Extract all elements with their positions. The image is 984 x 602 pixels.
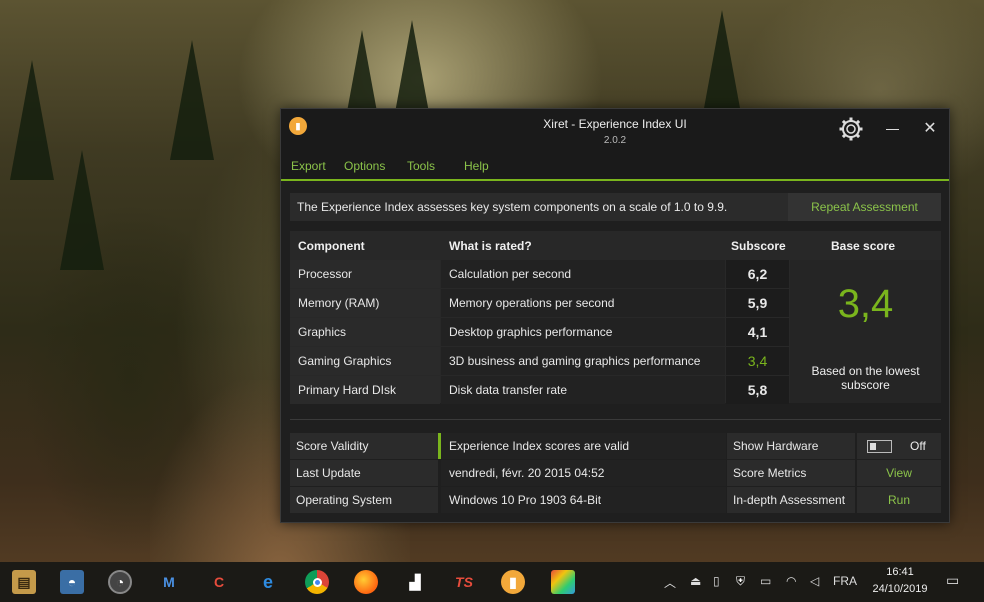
chrome-icon[interactable] <box>305 570 329 594</box>
info-value: Experience Index scores are valid <box>441 433 726 459</box>
subscore-value: 5,9 <box>726 289 789 317</box>
security-shield-icon[interactable]: ⛨ <box>736 574 745 589</box>
ts-app-icon[interactable]: TS <box>452 570 476 594</box>
minimize-button[interactable] <box>881 119 905 139</box>
component-description: Memory operations per second <box>441 289 725 317</box>
subscore-value: 4,1 <box>726 318 789 346</box>
info-text: The Experience Index assesses key system… <box>297 200 728 214</box>
component-description: Desktop graphics performance <box>441 318 725 346</box>
menu-export[interactable]: Export <box>291 159 326 173</box>
chevron-up-icon[interactable]: ︿ <box>664 574 676 591</box>
table-row: Gaming Graphics 3D business and gaming g… <box>290 347 789 376</box>
close-button[interactable]: ✕ <box>919 119 941 139</box>
section-divider <box>290 419 941 420</box>
view-score-metrics-button[interactable]: View <box>857 460 941 486</box>
tree-shape <box>10 60 54 180</box>
safely-remove-icon[interactable]: ⏏ <box>690 574 701 588</box>
title-bar[interactable]: ▮ Xiret - Experience Index UI 2.0.2 ✕ <box>281 109 949 153</box>
menu-bar: Export Options Tools Help <box>281 153 949 181</box>
clock-time[interactable]: 16:41 <box>880 566 920 578</box>
table-row: Processor Calculation per second 6,2 <box>290 260 789 289</box>
usb-icon[interactable]: ▯ <box>713 574 720 588</box>
score-table: Component What is rated? Subscore Base s… <box>290 231 941 405</box>
settings-gear-icon[interactable] <box>838 116 864 142</box>
notifications-icon[interactable]: ▭ <box>946 572 959 589</box>
info-key: Last Update <box>290 460 438 486</box>
menu-options[interactable]: Options <box>344 159 385 173</box>
info-value: Windows 10 Pro 1903 64-Bit <box>441 487 726 513</box>
component-description: Disk data transfer rate <box>441 376 725 404</box>
info-row-last-update: Last Update vendredi, févr. 20 2015 04:5… <box>290 460 941 487</box>
info-row-operating-system: Operating System Windows 10 Pro 1903 64-… <box>290 487 941 514</box>
show-hardware-toggle-cell[interactable]: Off <box>857 433 941 459</box>
component-name: Gaming Graphics <box>290 347 440 375</box>
table-row: Graphics Desktop graphics performance 4,… <box>290 318 789 347</box>
toggle-state-label: Off <box>910 439 926 453</box>
info-key: Show Hardware <box>727 433 855 459</box>
info-key: Score Validity <box>290 433 438 459</box>
header-subscore: Subscore <box>731 239 786 253</box>
info-value: vendredi, févr. 20 2015 04:52 <box>441 460 726 486</box>
component-name: Memory (RAM) <box>290 289 440 317</box>
base-score-note: Based on the lowest subscore <box>811 364 920 392</box>
info-key: Score Metrics <box>727 460 855 486</box>
explorer-icon[interactable]: ▤ <box>12 570 36 594</box>
subscore-value: 5,8 <box>726 376 789 404</box>
ccleaner-icon[interactable]: C <box>207 570 231 594</box>
component-description: Calculation per second <box>441 260 725 288</box>
xiret-icon[interactable]: ▮ <box>501 570 525 594</box>
show-hardware-toggle[interactable] <box>867 440 892 453</box>
battery-icon[interactable]: ▭ <box>760 574 771 588</box>
run-assessment-button[interactable]: Run <box>857 487 941 513</box>
taskbar: ▤ ◓ ◔ M C e ▟ TS ▮ ︿ ⏏ ▯ ⛨ ▭ ◠ ◁ FRA 16:… <box>0 562 984 602</box>
header-component: Component <box>298 239 365 253</box>
repeat-assessment-button[interactable]: Repeat Assessment <box>788 193 941 221</box>
info-key: In-depth Assessment <box>727 487 855 513</box>
subscore-value-lowest: 3,4 <box>726 347 789 375</box>
main-content: The Experience Index assesses key system… <box>290 193 941 513</box>
language-indicator[interactable]: FRA <box>833 574 857 588</box>
base-score-panel: 3,4 Based on the lowest subscore <box>790 260 941 403</box>
header-rated: What is rated? <box>449 239 532 253</box>
table-row: Memory (RAM) Memory operations per secon… <box>290 289 789 318</box>
speedometer-icon[interactable]: ◔ <box>108 570 132 594</box>
app-window: ▮ Xiret - Experience Index UI 2.0.2 ✕ Ex… <box>280 108 950 523</box>
clock-date[interactable]: 24/10/2019 <box>866 583 934 595</box>
table-row: Primary Hard DIsk Disk data transfer rat… <box>290 376 789 405</box>
tree-shape <box>60 150 104 270</box>
tree-shape <box>170 40 214 160</box>
subscore-value: 6,2 <box>726 260 789 288</box>
menu-help[interactable]: Help <box>464 159 489 173</box>
header-base-score: Base score <box>831 239 896 253</box>
firefox-icon[interactable] <box>354 570 378 594</box>
base-score-value: 3,4 <box>837 282 894 326</box>
info-key: Operating System <box>290 487 438 513</box>
network-drive-icon[interactable]: ◓ <box>60 570 84 594</box>
info-table: Score Validity Experience Index scores a… <box>290 433 941 514</box>
stairs-app-icon[interactable]: ▟ <box>403 570 427 594</box>
info-row-score-validity: Score Validity Experience Index scores a… <box>290 433 941 460</box>
component-name: Primary Hard DIsk <box>290 376 440 404</box>
component-name: Graphics <box>290 318 440 346</box>
volume-icon[interactable]: ◁ <box>810 574 819 588</box>
wifi-icon[interactable]: ◠ <box>786 574 796 588</box>
color-app-icon[interactable] <box>551 570 575 594</box>
info-bar: The Experience Index assesses key system… <box>290 193 941 221</box>
component-name: Processor <box>290 260 440 288</box>
menu-tools[interactable]: Tools <box>407 159 435 173</box>
malwarebytes-icon[interactable]: M <box>157 570 181 594</box>
edge-icon[interactable]: e <box>256 570 280 594</box>
component-description: 3D business and gaming graphics performa… <box>441 347 725 375</box>
